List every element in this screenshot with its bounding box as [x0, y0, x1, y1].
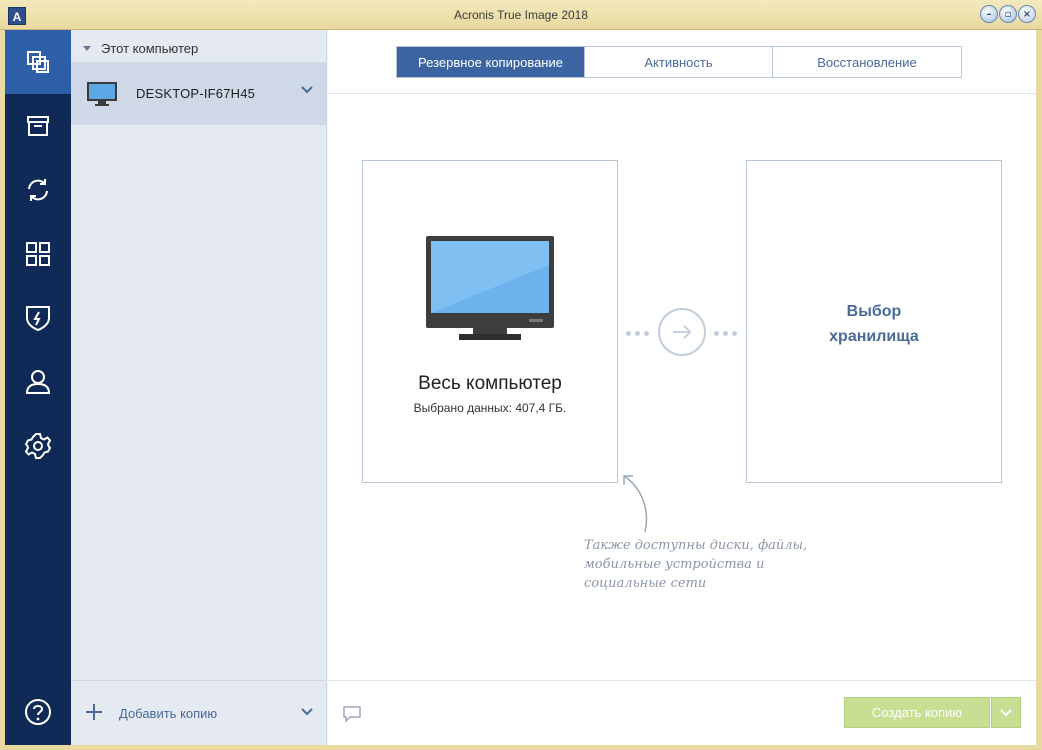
hint-arrow-icon — [623, 475, 648, 533]
plus-icon[interactable] — [85, 703, 103, 721]
monitor-icon — [87, 81, 117, 106]
window-title: Acronis True Image 2018 — [453, 8, 589, 22]
archive-icon — [27, 116, 49, 136]
window-controls: – ▫ × — [979, 5, 1036, 23]
hint-line: мобильные устройства и — [584, 557, 765, 572]
chevron-down-icon[interactable] — [301, 86, 313, 94]
dashboard-icon — [26, 242, 50, 266]
help-button[interactable] — [5, 680, 71, 744]
tab-group: Резервное копирование Активность Восстан… — [396, 46, 962, 78]
main-footer: Создать копию — [328, 680, 1036, 745]
restore-button[interactable]: ▫ — [999, 5, 1017, 23]
sources-panel: Этот компьютер DESKTOP-IF67H45 Добавить … — [71, 30, 327, 745]
collapse-triangle-icon — [83, 46, 91, 51]
nav-settings[interactable] — [5, 414, 71, 478]
backup-destination-card[interactable]: Выбор хранилища — [746, 160, 1002, 483]
source-item-desktop[interactable]: DESKTOP-IF67H45 — [71, 62, 327, 125]
arrow-right-icon — [658, 308, 706, 356]
nav-dashboard[interactable] — [5, 222, 71, 286]
nav-account[interactable] — [5, 350, 71, 414]
window-frame-bottom — [0, 745, 1042, 750]
nav-backup[interactable] — [5, 30, 71, 94]
minimize-icon: – — [986, 8, 992, 20]
nav-protection[interactable] — [5, 286, 71, 350]
feedback-chat-icon[interactable] — [342, 705, 362, 723]
connector-dots-right — [714, 331, 737, 336]
chevron-down-icon — [1000, 708, 1012, 716]
create-backup-dropdown[interactable] — [991, 697, 1021, 728]
account-icon — [25, 370, 51, 394]
sync-icon — [28, 179, 48, 201]
connector-dots-left — [626, 331, 649, 336]
chevron-down-icon[interactable] — [301, 708, 313, 716]
tab-recovery[interactable]: Восстановление — [773, 47, 961, 77]
computer-monitor-icon — [426, 236, 554, 340]
sources-group-label: Этот компьютер — [101, 41, 199, 56]
destination-title-line1: Выбор — [846, 303, 902, 320]
source-item-label: DESKTOP-IF67H45 — [136, 86, 256, 101]
hint-line: социальные сети — [584, 576, 707, 591]
hint-line: Также доступны диски, файлы, — [584, 538, 808, 553]
create-backup-button[interactable]: Создать копию — [844, 697, 990, 728]
tabs-bar: Резервное копирование Активность Восстан… — [328, 30, 1036, 94]
destination-title-line2: хранилища — [829, 328, 919, 345]
sources-group-header[interactable]: Этот компьютер — [83, 41, 198, 56]
shield-icon — [26, 306, 50, 332]
backup-source-card[interactable]: Весь компьютер Выбрано данных: 407,4 ГБ. — [362, 160, 618, 483]
close-icon: × — [1022, 8, 1032, 20]
add-backup-button[interactable]: Добавить копию — [119, 706, 217, 721]
nav-archive[interactable] — [5, 94, 71, 158]
tab-backup[interactable]: Резервное копирование — [397, 47, 585, 77]
copy-icon — [27, 51, 49, 73]
nav-rail — [5, 30, 71, 745]
hint-text: Также доступны диски, файлы, мобильные у… — [584, 536, 864, 593]
destination-card-title: Выбор хранилища — [747, 299, 1001, 349]
source-card-subtitle: Выбрано данных: 407,4 ГБ. — [413, 401, 567, 415]
tab-activity[interactable]: Активность — [585, 47, 773, 77]
main-area: Резервное копирование Активность Восстан… — [328, 30, 1036, 745]
help-icon — [25, 699, 51, 725]
close-button[interactable]: × — [1018, 5, 1036, 23]
source-card-title: Весь компьютер — [418, 373, 562, 394]
window-frame-right — [1036, 30, 1042, 750]
minimize-button[interactable]: – — [980, 5, 998, 23]
nav-sync[interactable] — [5, 158, 71, 222]
sources-footer: Добавить копию — [71, 680, 327, 745]
title-bar: A Acronis True Image 2018 – ▫ × — [0, 0, 1042, 30]
restore-icon: ▫ — [1004, 8, 1012, 20]
gear-icon — [24, 433, 52, 459]
